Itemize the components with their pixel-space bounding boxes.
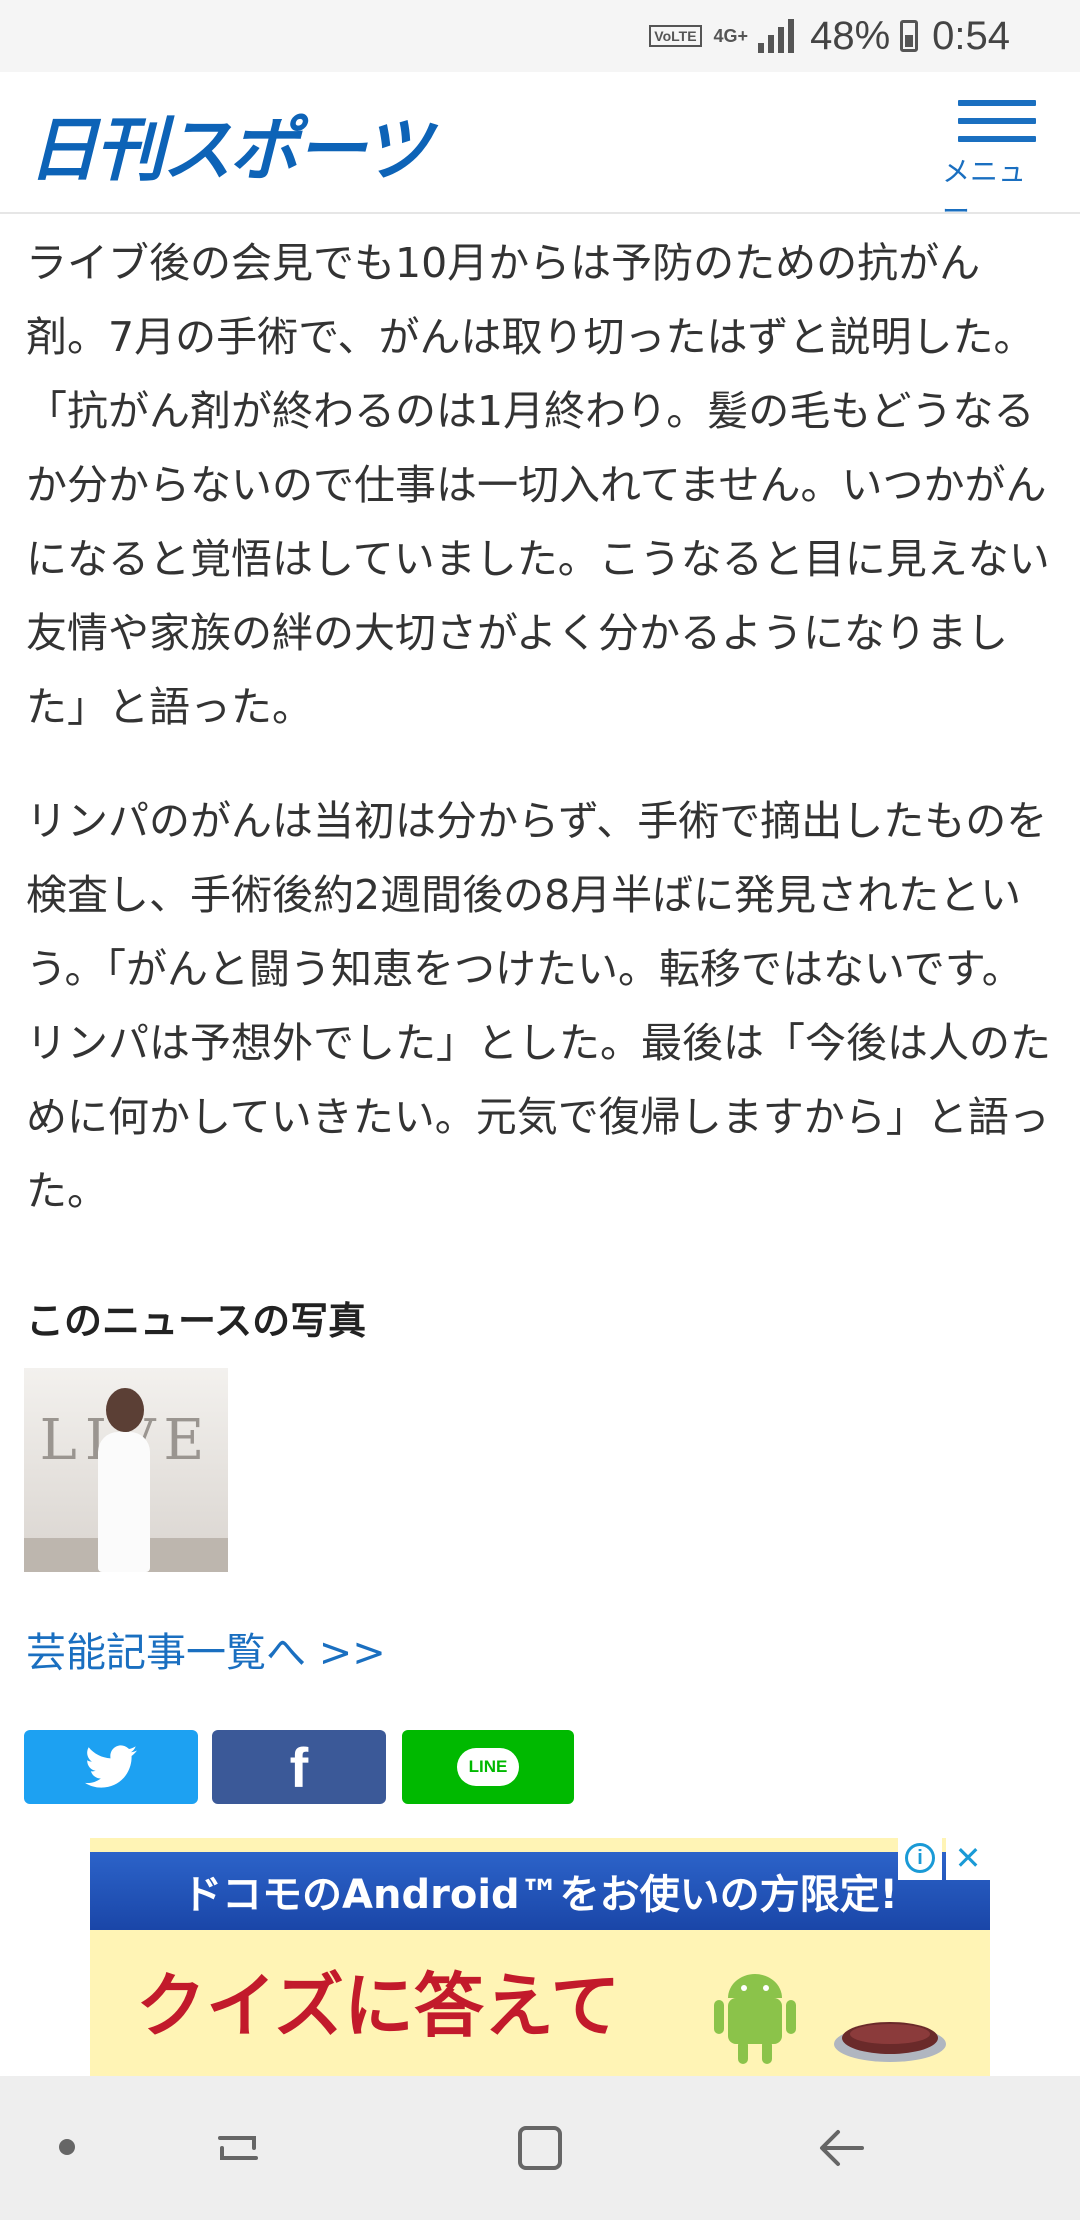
facebook-icon: f: [289, 1735, 309, 1799]
home-icon[interactable]: [512, 2120, 568, 2176]
close-icon: ✕: [954, 1840, 982, 1876]
hamburger-icon: [958, 100, 1036, 154]
dot-icon[interactable]: [56, 2136, 78, 2158]
site-header: 日刊スポーツ メニュー: [0, 72, 1080, 228]
back-icon[interactable]: [814, 2120, 870, 2176]
advertisement-banner[interactable]: ドコモのAndroid™をお使いの方限定! クイズに答えて: [90, 1838, 990, 2078]
ad-headline: クイズに答えて: [136, 1965, 621, 2047]
clock: 0:54: [932, 13, 1010, 58]
article-paragraph: ライブ後の会見でも10月からは予防のための抗がん剤。7月の手術で、がんは取り切っ…: [26, 239, 1050, 731]
entertainment-list-link[interactable]: 芸能記事一覧へ >>: [26, 1620, 386, 1678]
site-logo[interactable]: 日刊スポーツ: [28, 94, 432, 195]
article-body: ライブ後の会見でも10月からは予防のための抗がん剤。7月の手術で、がんは取り切っ…: [26, 226, 1056, 1228]
ad-banner-text: ドコモのAndroid™をお使いの方限定!: [90, 1852, 990, 1930]
network-type: 4G+: [713, 25, 749, 46]
info-icon: i: [905, 1843, 935, 1873]
battery-icon: [900, 20, 919, 52]
signal-icon: [758, 19, 795, 53]
menu-label: メニュー: [942, 155, 1027, 228]
volte-indicator: VoLTE: [649, 25, 702, 47]
system-navigation-bar: [0, 2076, 1080, 2220]
recent-apps-icon[interactable]: [210, 2120, 266, 2176]
article-paragraph: リンパのがんは当初は分からず、手術で摘出したものを検査し、手術後約2週間後の8月…: [26, 797, 1051, 1215]
facebook-share-button[interactable]: f: [212, 1730, 386, 1804]
twitter-bird-icon: [85, 1745, 137, 1788]
android-robot-icon: [714, 1974, 796, 2064]
photos-heading: このニュースの写真: [26, 1299, 367, 1343]
news-photo-thumbnail[interactable]: LIVE: [24, 1368, 228, 1572]
ad-controls: i ✕: [898, 1836, 990, 1880]
battery-percent: 48%: [810, 13, 891, 58]
ad-info-button[interactable]: i: [898, 1836, 942, 1880]
line-icon: LINE: [456, 1748, 520, 1786]
menu-button[interactable]: メニュー: [942, 96, 1052, 228]
twitter-share-button[interactable]: [24, 1730, 198, 1804]
ad-close-button[interactable]: ✕: [946, 1836, 990, 1880]
line-share-button[interactable]: LINE: [402, 1730, 574, 1804]
status-bar: VoLTE 4G+ 48% 0:54: [0, 0, 1080, 72]
pie-illustration: [834, 2022, 946, 2062]
